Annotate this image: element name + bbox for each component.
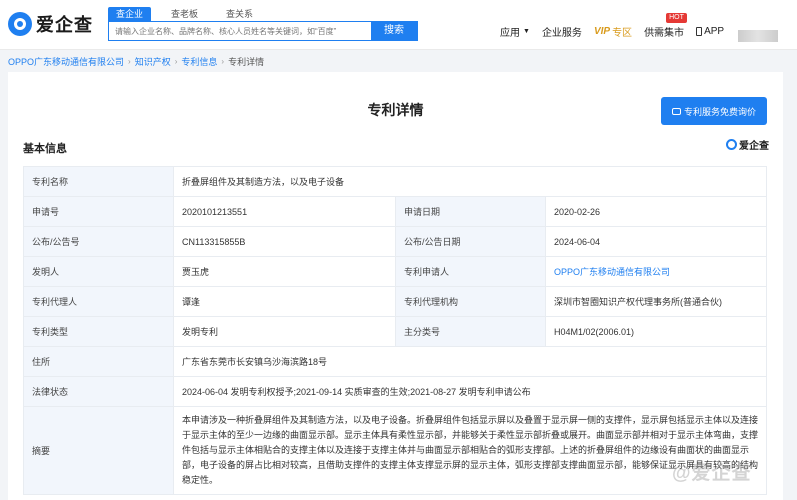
- search-input[interactable]: [109, 22, 371, 40]
- pub-no-value: CN113315855B: [173, 226, 396, 257]
- app-no-label: 申请号: [23, 196, 174, 227]
- inventor-label: 发明人: [23, 256, 174, 287]
- nav-app-label: APP: [704, 26, 725, 37]
- search-box: 搜索: [108, 21, 418, 41]
- breadcrumb-company[interactable]: OPPO广东移动通信有限公司: [8, 55, 124, 68]
- agent-label: 专利代理人: [23, 286, 174, 317]
- logo[interactable]: 爱企查: [8, 11, 93, 37]
- brand-mark: 爱企查: [726, 137, 769, 152]
- pub-no-label: 公布/公告号: [23, 226, 174, 257]
- class-label: 主分类号: [395, 316, 546, 347]
- table-row: 专利代理人 谭逢 专利代理机构 深圳市智圈知识产权代理事务所(普通合伙): [23, 286, 767, 317]
- inquiry-button-label: 专利服务免费询价: [683, 106, 756, 117]
- section-title: 基本信息: [23, 143, 67, 155]
- inquiry-button[interactable]: 专利服务免费询价: [661, 97, 767, 125]
- agent-value: 谭逢: [173, 286, 396, 317]
- agency-label: 专利代理机构: [395, 286, 546, 317]
- breadcrumb-current: 专利详情: [228, 57, 265, 67]
- table-row: 摘要 本申请涉及一种折叠屏组件及其制造方法，以及电子设备。折叠屏组件包括显示屏以…: [23, 406, 767, 495]
- nav-app[interactable]: APP: [696, 26, 724, 37]
- patent-info-table: 专利名称 折叠屏组件及其制造方法，以及电子设备 申请号 202010121355…: [23, 166, 767, 495]
- abstract-label: 摘要: [23, 406, 174, 495]
- agency-value: 深圳市智圈知识产权代理事务所(普通合伙): [545, 286, 767, 317]
- hot-badge: HOT: [666, 13, 687, 23]
- app-no-value: 2020101213551: [173, 196, 396, 227]
- breadcrumb-ip[interactable]: 知识产权: [135, 55, 171, 68]
- brand-text: 爱企查: [739, 141, 769, 152]
- chevron-right-icon: ›: [221, 57, 225, 66]
- watermark: @爱企查: [672, 463, 752, 484]
- applicant-label: 专利申请人: [395, 256, 546, 287]
- avatar[interactable]: [738, 30, 778, 42]
- top-header: 爱企查 查企业 查老板 查关系 搜索 应用 ▼ 企业服务 VIP 专区 供需集市…: [0, 0, 797, 50]
- brand-logo-icon: [726, 139, 737, 150]
- type-label: 专利类型: [23, 316, 174, 347]
- chevron-right-icon: ›: [174, 57, 178, 66]
- phone-icon: [696, 27, 703, 36]
- logo-icon: [8, 12, 32, 36]
- nav-enterprise-service-label: 企业服务: [541, 28, 582, 39]
- address-value: 广东省东莞市长安镇乌沙海滨路18号: [173, 346, 767, 377]
- breadcrumb-patent-info[interactable]: 专利信息: [181, 55, 217, 68]
- chat-icon: [671, 107, 681, 115]
- table-row: 专利名称 折叠屏组件及其制造方法，以及电子设备: [23, 166, 767, 197]
- top-nav: 应用 ▼ 企业服务 VIP 专区 供需集市 HOT APP: [500, 13, 736, 39]
- table-row: 发明人 贾玉虎 专利申请人 OPPO广东移动通信有限公司: [23, 256, 767, 287]
- class-value: H04M1/02(2006.01): [545, 316, 767, 347]
- pub-date-value: 2024-06-04: [545, 226, 767, 257]
- inventor-value: 贾玉虎: [173, 256, 396, 287]
- nav-supply-market-label: 供需集市: [644, 28, 685, 39]
- search-button[interactable]: 搜索: [371, 22, 417, 40]
- table-row: 公布/公告号 CN113315855B 公布/公告日期 2024-06-04: [23, 226, 767, 257]
- nav-vip[interactable]: VIP 专区: [594, 24, 632, 39]
- search-tabs: 查企业 查老板 查关系: [108, 7, 273, 21]
- nav-supply-market[interactable]: 供需集市 HOT: [644, 13, 687, 39]
- tab-relation[interactable]: 查关系: [218, 7, 261, 21]
- app-date-label: 申请日期: [395, 196, 546, 227]
- table-row: 住所 广东省东莞市长安镇乌沙海滨路18号: [23, 346, 767, 377]
- nav-apps-label: 应用: [500, 28, 520, 39]
- logo-text: 爱企查: [36, 15, 93, 35]
- app-date-value: 2020-02-26: [545, 196, 767, 227]
- patent-detail-card: 专利详情 专利服务免费询价 基本信息 爱企查 专利名称 折叠屏组件及其制造方法，…: [8, 72, 783, 500]
- table-row: 法律状态 2024-06-04 发明专利权授予;2021-09-14 实质审查的…: [23, 376, 767, 407]
- tab-company[interactable]: 查企业: [108, 7, 152, 21]
- table-row: 申请号 2020101213551 申请日期 2020-02-26: [23, 196, 767, 227]
- type-value: 发明专利: [173, 316, 396, 347]
- address-label: 住所: [23, 346, 174, 377]
- patent-name-label: 专利名称: [23, 166, 174, 197]
- nav-enterprise-service[interactable]: 企业服务: [542, 24, 582, 39]
- tab-boss[interactable]: 查老板: [163, 7, 206, 21]
- pub-date-label: 公布/公告日期: [395, 226, 546, 257]
- nav-apps[interactable]: 应用 ▼: [500, 24, 530, 39]
- vip-sub-label: 专区: [612, 28, 633, 39]
- chevron-right-icon: ›: [128, 57, 131, 66]
- vip-label: VIP: [593, 26, 611, 37]
- applicant-link[interactable]: OPPO广东移动通信有限公司: [545, 256, 767, 287]
- breadcrumb: OPPO广东移动通信有限公司 › 知识产权 › 专利信息 › 专利详情: [8, 55, 264, 68]
- table-row: 专利类型 发明专利 主分类号 H04M1/02(2006.01): [23, 316, 767, 347]
- chevron-down-icon: ▼: [523, 28, 530, 35]
- legal-status-label: 法律状态: [23, 376, 174, 407]
- legal-status-value: 2024-06-04 发明专利权授予;2021-09-14 实质审查的生效;20…: [173, 376, 767, 407]
- patent-name-value: 折叠屏组件及其制造方法，以及电子设备: [173, 166, 767, 197]
